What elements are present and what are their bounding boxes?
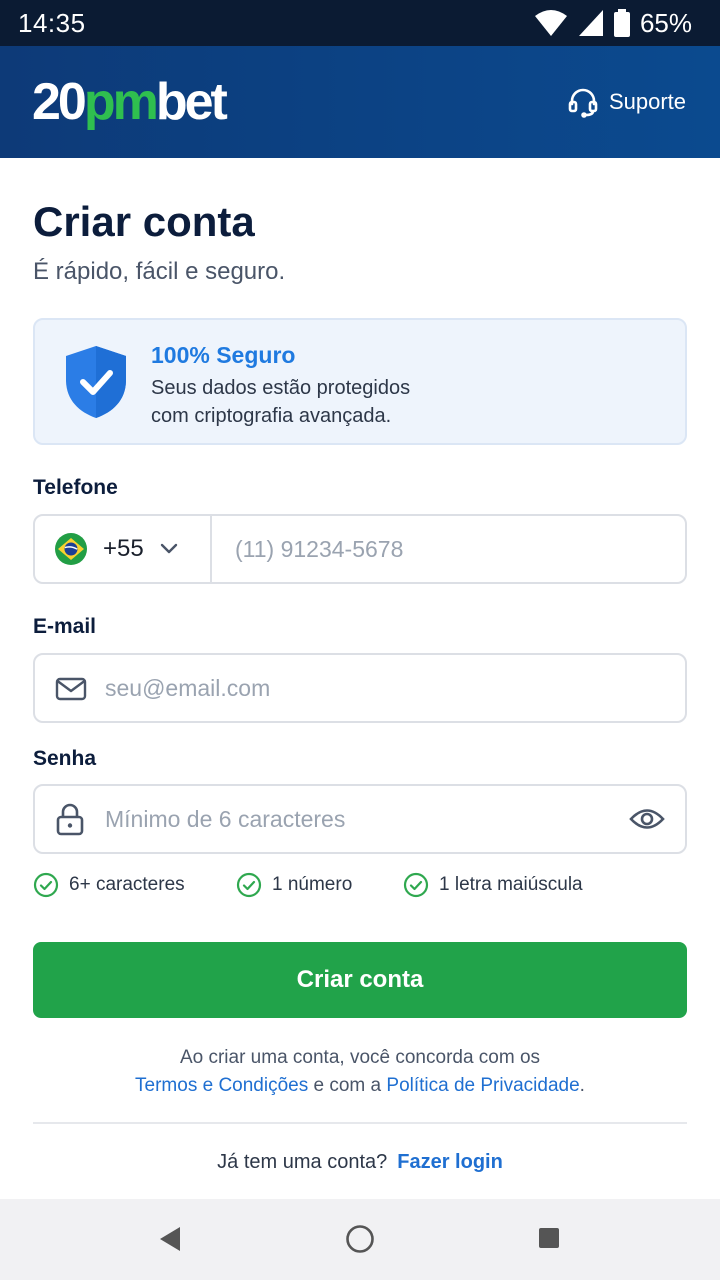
email-label: E-mail: [33, 615, 97, 638]
rule-item: 1 letra maiúscula: [403, 872, 583, 898]
password-input[interactable]: Mínimo de 6 caracteres: [105, 806, 345, 833]
phone-field: +55 (11) 91234-5678: [33, 514, 687, 584]
status-time: 14:35: [18, 8, 86, 38]
check-circle-icon: [403, 872, 429, 898]
home-icon[interactable]: [345, 1224, 375, 1254]
email-field[interactable]: seu@email.com: [33, 653, 687, 723]
security-line-2: com criptografia avançada.: [151, 405, 392, 427]
check-circle-icon: [236, 872, 262, 898]
security-notice: 100% Seguro Seus dados estão protegidos …: [33, 318, 687, 445]
mail-icon: [55, 677, 87, 701]
support-label: Suporte: [608, 89, 686, 114]
rule-label: 6+ caracteres: [69, 874, 185, 895]
password-field[interactable]: Mínimo de 6 caracteres: [33, 784, 687, 854]
recents-icon[interactable]: [538, 1227, 560, 1249]
signal-icon: [578, 10, 603, 36]
logo-text-part2: pm: [83, 73, 159, 131]
status-bar: 14:35 65%: [0, 0, 720, 46]
logo-text-part1: 20: [32, 73, 87, 131]
security-description: Seus dados estão protegidos com criptogr…: [151, 374, 491, 430]
battery-percentage: 65%: [639, 7, 692, 38]
rule-item: 1 número: [236, 872, 352, 898]
login-link[interactable]: Fazer login: [397, 1151, 503, 1173]
password-rules: 6+ caracteres 1 número 1 letra maiúscula: [33, 872, 687, 902]
security-title: 100% Seguro: [151, 342, 296, 368]
app-header: 20pmbet Suporte: [0, 46, 720, 158]
lock-icon: [56, 803, 84, 836]
email-input[interactable]: seu@email.com: [105, 675, 270, 702]
back-icon[interactable]: [158, 1225, 182, 1253]
rule-label: 1 letra maiúscula: [439, 874, 583, 895]
privacy-link[interactable]: Política de Privacidade: [386, 1075, 579, 1096]
headset-icon: [568, 88, 598, 118]
country-code: +55: [103, 535, 144, 562]
wifi-icon: [534, 10, 567, 36]
rule-item: 6+ caracteres: [33, 872, 185, 898]
divider: [33, 1122, 687, 1124]
terms-line-2: Termos e Condições e com a Política de P…: [33, 1072, 687, 1100]
support-button[interactable]: Suporte: [567, 86, 686, 118]
brazil-flag-icon: [55, 533, 87, 565]
password-label: Senha: [33, 747, 97, 770]
terms-end: .: [579, 1075, 585, 1096]
logo-text-part3: bet: [155, 73, 228, 131]
login-prompt: Já tem uma conta? Fazer login: [33, 1151, 687, 1174]
brand-logo[interactable]: 20pmbet: [32, 72, 228, 132]
shield-check-icon: [66, 346, 126, 418]
system-nav-bar: [0, 1199, 720, 1280]
terms-line-1: Ao criar uma conta, você concorda com os: [179, 1047, 541, 1068]
create-account-button[interactable]: Criar conta: [33, 942, 687, 1018]
terms-link[interactable]: Termos e Condições: [135, 1075, 308, 1096]
eye-icon[interactable]: [629, 806, 665, 832]
rule-label: 1 número: [272, 874, 353, 895]
country-code-selector[interactable]: +55: [35, 516, 212, 582]
check-circle-icon: [33, 872, 59, 898]
terms-connector: e com a: [308, 1075, 387, 1096]
security-line-1: Seus dados estão protegidos: [151, 377, 411, 399]
chevron-down-icon: [160, 543, 177, 554]
phone-input[interactable]: (11) 91234-5678: [235, 536, 403, 563]
phone-label: Telefone: [33, 476, 118, 499]
page-subtitle: É rápido, fácil e seguro.: [33, 258, 286, 285]
terms-notice: Ao criar uma conta, você concorda com os…: [33, 1044, 687, 1100]
page-title: Criar conta: [33, 198, 255, 245]
status-icons: 65%: [534, 8, 692, 38]
login-prompt-text: Já tem uma conta?: [217, 1151, 388, 1173]
battery-icon: [613, 9, 630, 37]
